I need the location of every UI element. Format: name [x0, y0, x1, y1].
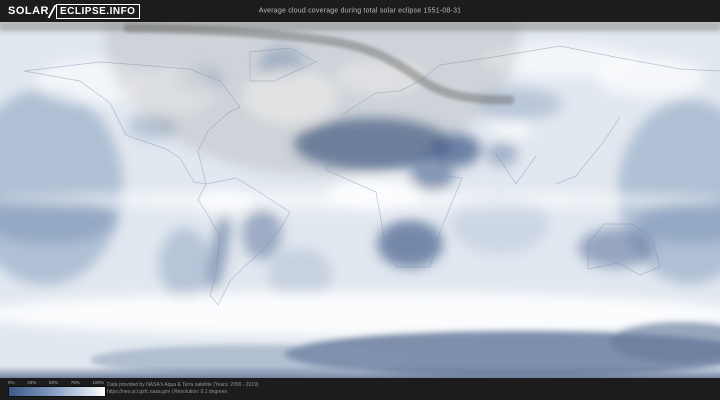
cloud-coverage-map-canvas — [0, 22, 720, 378]
legend-tick-75: 75% — [70, 380, 80, 385]
legend-tick-0: 0% — [8, 380, 15, 385]
logo-text-eclipse-info: ECLIPSE.INFO — [56, 3, 141, 19]
site-logo[interactable]: SOLAR ECLIPSE.INFO — [8, 3, 141, 19]
attribution-line-2[interactable]: https://neo.sci.gsfc.nasa.gov | Resoluti… — [107, 389, 259, 396]
bottom-bar: 0% 25% 50% 75% 100% Data provided by NAS… — [0, 378, 720, 400]
legend-tick-25: 25% — [27, 380, 37, 385]
legend-gradient-bar — [8, 386, 106, 397]
logo-text-solar: SOLAR — [8, 5, 49, 17]
solareclipse-page: { "header": { "logo": { "primary": "SOLA… — [0, 0, 720, 400]
world-map — [0, 22, 720, 378]
top-bar: SOLAR ECLIPSE.INFO Average cloud coverag… — [0, 0, 720, 22]
legend-tick-50: 50% — [48, 380, 58, 385]
legend-tick-100: 100% — [92, 380, 104, 385]
cloud-coverage-legend: 0% 25% 50% 75% 100% — [8, 380, 106, 397]
legend-tick-labels: 0% 25% 50% 75% 100% — [8, 380, 104, 385]
page-title: Average cloud coverage during total sola… — [258, 7, 462, 15]
data-attribution: Data provided by NASA's Aqua & Terra sat… — [107, 382, 259, 395]
attribution-line-1: Data provided by NASA's Aqua & Terra sat… — [107, 382, 259, 388]
